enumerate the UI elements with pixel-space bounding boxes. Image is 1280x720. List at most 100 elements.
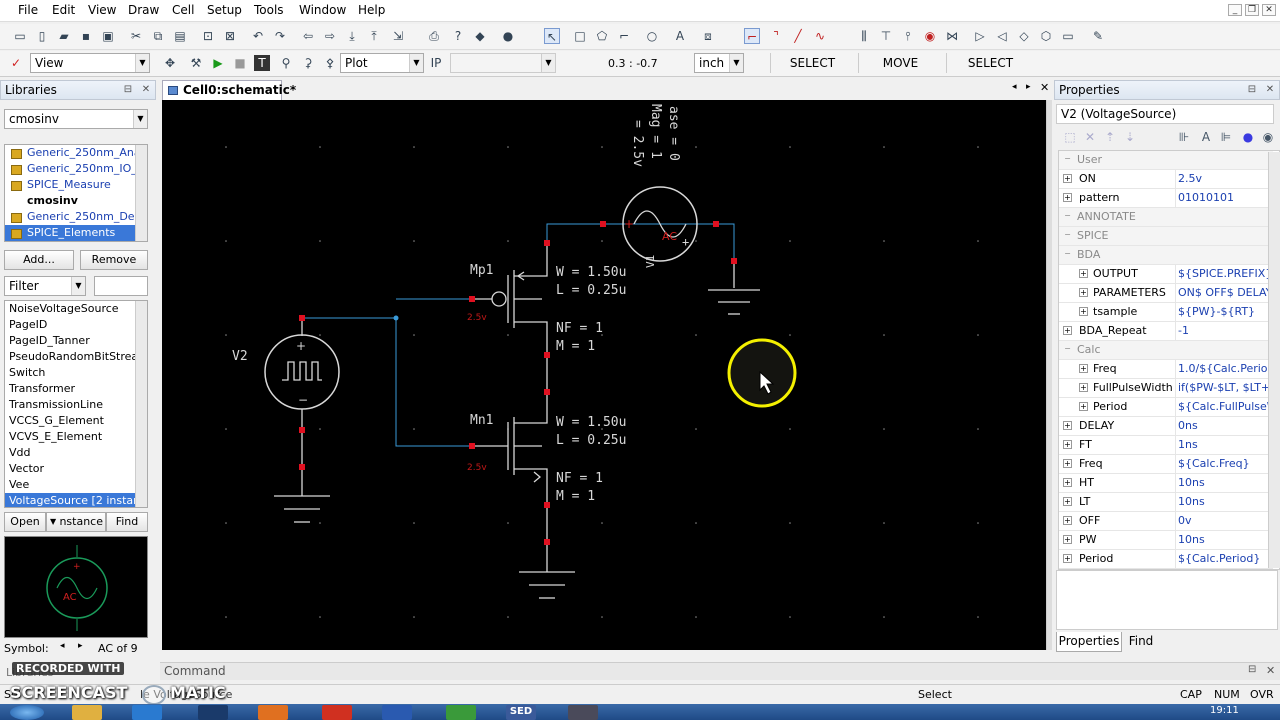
property-category-row[interactable]: − ANNOTATE xyxy=(1059,208,1273,227)
property-row[interactable]: + HT 10ns xyxy=(1059,474,1273,493)
property-category-row[interactable]: − User xyxy=(1059,151,1273,170)
property-row[interactable]: + OFF 0v xyxy=(1059,512,1273,531)
undo-icon[interactable]: ↶ xyxy=(250,28,266,44)
close-icon[interactable]: ✕ xyxy=(1263,83,1277,97)
delete-property-icon[interactable]: ✕ xyxy=(1082,129,1098,145)
expand-icon[interactable]: + xyxy=(1079,364,1088,373)
word-icon[interactable] xyxy=(382,705,412,720)
circle-tool-icon[interactable]: ○ xyxy=(644,28,660,44)
cell-item[interactable]: VCCS_G_Element xyxy=(5,413,147,429)
ip-icon[interactable]: IP xyxy=(428,55,444,71)
expand-icon[interactable]: + xyxy=(1079,307,1088,316)
app-dark-icon[interactable] xyxy=(568,705,598,720)
property-value[interactable]: if($PW-$LT, $LT+ xyxy=(1175,379,1271,397)
collapse-icon[interactable]: − xyxy=(1063,345,1072,354)
port-box-icon[interactable]: ▭ xyxy=(1060,28,1076,44)
expand-icon[interactable]: + xyxy=(1079,402,1088,411)
rectangle-tool-icon[interactable]: □ xyxy=(572,28,588,44)
property-grid[interactable]: − User + ON 2.5v + pattern 01010101− ANNOTATE − SP… xyxy=(1058,150,1280,570)
netlabel-icon[interactable]: ⋈ xyxy=(944,28,960,44)
canvas-scrollbar[interactable] xyxy=(1046,100,1052,650)
close-icon[interactable]: ✕ xyxy=(1262,4,1276,16)
property-category-row[interactable]: − BDA xyxy=(1059,246,1273,265)
sort-icon[interactable]: ⊪ xyxy=(1176,129,1192,145)
expand-icon[interactable]: + xyxy=(1063,459,1072,468)
cell-list-scrollbar[interactable] xyxy=(135,301,147,507)
expand-icon[interactable]: + xyxy=(1063,497,1072,506)
expand-icon[interactable]: + xyxy=(1063,326,1072,335)
property-row[interactable]: + LT 10ns xyxy=(1059,493,1273,512)
polygon-tool-icon[interactable]: ⬠ xyxy=(594,28,610,44)
cell-item[interactable]: Vee xyxy=(5,477,147,493)
expand-icon[interactable]: + xyxy=(1063,193,1072,202)
orthogonal-wire-icon[interactable]: ⌐ xyxy=(744,28,760,44)
tab-find[interactable]: Find xyxy=(1124,632,1158,652)
collapse-icon[interactable]: − xyxy=(1063,231,1072,240)
probe-current-icon[interactable]: ⚳ xyxy=(300,55,316,71)
pointer-tool-icon[interactable]: ↖ xyxy=(544,28,560,44)
mode-move-button[interactable]: MOVE xyxy=(858,53,942,73)
print-icon[interactable]: ⎙ xyxy=(426,28,442,44)
find-cell-button[interactable]: Find xyxy=(106,512,148,532)
wire-curve-icon[interactable]: ∿ xyxy=(812,28,828,44)
pen-icon[interactable]: ✎ xyxy=(1090,28,1106,44)
expand-icon[interactable]: + xyxy=(1063,516,1072,525)
expand-icon[interactable]: + xyxy=(1063,535,1072,544)
pin-icon[interactable]: ⊟ xyxy=(1245,83,1259,97)
tab-next-icon[interactable]: ▸ xyxy=(1026,82,1031,92)
arrange-icon[interactable]: ⧈ xyxy=(700,28,716,44)
restore-icon[interactable]: ❐ xyxy=(1245,4,1259,16)
tab-properties[interactable]: Properties xyxy=(1056,632,1122,652)
property-grid-scrollbar[interactable] xyxy=(1268,152,1280,568)
menu-help[interactable]: Help xyxy=(358,3,385,17)
sed-app-icon[interactable]: SED xyxy=(506,705,536,720)
expand-icon[interactable]: + xyxy=(1063,440,1072,449)
expand-icon[interactable]: + xyxy=(1063,478,1072,487)
library-item-active[interactable]: cmosinv xyxy=(5,193,147,209)
cell-item[interactable]: Vdd xyxy=(5,445,147,461)
property-value[interactable]: ${Calc.FullPulseW xyxy=(1175,398,1271,416)
library-list-scrollbar[interactable] xyxy=(135,145,147,241)
ie-icon[interactable] xyxy=(132,705,162,720)
open-folder-icon[interactable]: ▰ xyxy=(56,28,72,44)
collapse-icon[interactable]: − xyxy=(1063,212,1072,221)
mode-select-button[interactable]: SELECT xyxy=(770,53,854,73)
property-row[interactable]: + PW 10ns xyxy=(1059,531,1273,550)
tools-icon[interactable]: ⚒ xyxy=(188,55,204,71)
instance-cell-button[interactable]: ▼ nstance xyxy=(46,512,106,532)
property-value[interactable]: 2.5v xyxy=(1175,170,1271,188)
plot-combo[interactable]: Plot ▼ xyxy=(340,53,424,73)
remove-library-button[interactable]: Remove xyxy=(80,250,148,270)
units-combo[interactable]: inch ▼ xyxy=(694,53,744,73)
property-row[interactable]: + DELAY 0ns xyxy=(1059,417,1273,436)
property-value[interactable]: ${Calc.Freq} xyxy=(1175,455,1271,473)
library-item[interactable]: Generic_250nm_IO_Pa xyxy=(5,161,147,177)
port-other-icon[interactable]: ⬡ xyxy=(1038,28,1054,44)
label-tool-icon[interactable]: A xyxy=(672,28,688,44)
library-item[interactable]: Generic_250nm_Device xyxy=(5,209,147,225)
cell-list[interactable]: NoiseVoltageSource PageID PageID_Tanner … xyxy=(4,300,148,508)
connector-icon[interactable]: ⫯ xyxy=(900,28,916,44)
property-row[interactable]: + Freq 1.0/${Calc.Period xyxy=(1059,360,1273,379)
new-icon[interactable]: ▭ xyxy=(12,28,28,44)
collapse-icon[interactable]: − xyxy=(1063,250,1072,259)
cell-item[interactable]: NoiseVoltageSource xyxy=(5,301,147,317)
bus-icon[interactable]: ⫼ xyxy=(856,28,872,44)
zoom-box-icon[interactable]: ⊠ xyxy=(222,28,238,44)
expand-icon[interactable]: + xyxy=(1079,269,1088,278)
property-value[interactable]: 10ns xyxy=(1175,493,1271,511)
property-value[interactable]: -1 xyxy=(1175,322,1271,340)
menu-tools[interactable]: Tools xyxy=(254,3,284,17)
zoom-fit-icon[interactable]: ⊡ xyxy=(200,28,216,44)
menu-cell[interactable]: Cell xyxy=(172,3,194,17)
property-value[interactable]: ${Calc.Period} xyxy=(1175,550,1271,568)
pin-icon[interactable]: ⊟ xyxy=(121,83,135,97)
net-cap-icon[interactable]: ⊤ xyxy=(878,28,894,44)
push-icon[interactable]: ⤓ xyxy=(344,28,360,44)
explorer-icon[interactable] xyxy=(72,705,102,720)
move-tool-icon[interactable]: ✥ xyxy=(162,55,178,71)
eye-icon[interactable]: ◉ xyxy=(1260,129,1276,145)
prev-symbol-icon[interactable]: ◂ xyxy=(60,641,65,651)
expand-icon[interactable]: + xyxy=(1079,383,1088,392)
property-object-field[interactable]: V2 (VoltageSource) xyxy=(1056,104,1274,124)
